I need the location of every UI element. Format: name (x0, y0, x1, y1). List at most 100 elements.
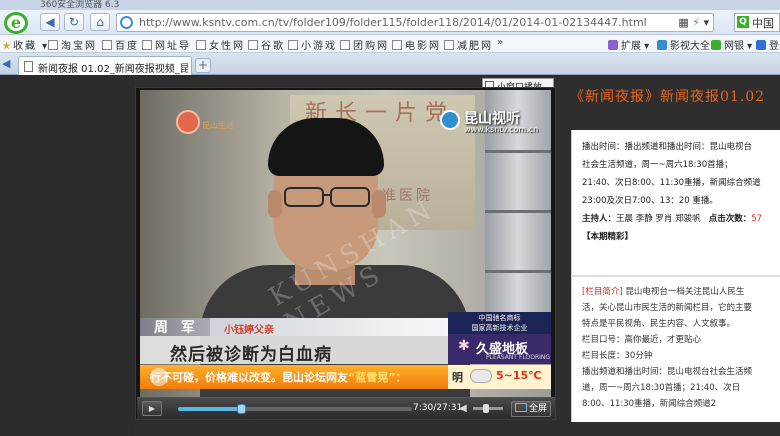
tab-news-nightly[interactable]: 新闻夜报 01.02_新闻夜报视频_昆山视频 (18, 56, 192, 75)
cloud-icon (470, 369, 492, 383)
folder-icon (392, 40, 402, 50)
extensions-button[interactable]: 扩展 ▾ (608, 37, 649, 52)
schedule-line: 社会生活频道，周一~周六18:30首播； (582, 160, 733, 170)
bookmarks-more[interactable]: » (497, 37, 505, 48)
channel-logo-icon (176, 110, 200, 134)
login-button[interactable]: 登录 (756, 37, 780, 52)
fullscreen-icon (515, 403, 527, 412)
interviewee-role: 小钰婷父亲 (224, 325, 274, 336)
url-text[interactable]: http://www.ksntv.com.cn/tv/folder109/fol… (139, 16, 647, 29)
address-dropdown-icon[interactable]: ▾ (703, 16, 709, 29)
interviewee-name: 周 军 (154, 320, 199, 336)
browser-logo-icon[interactable]: e (4, 12, 28, 34)
program-title: 《新闻夜报》新闻夜报01.02 (570, 89, 766, 105)
home-icon: ⌂ (96, 15, 104, 29)
sponsor-tagline: 中国驰名商标 国家高新技术企业 (448, 312, 551, 334)
intro-line: 8:00、11:30重播，新闻综合频道2 (582, 399, 716, 409)
navigation-bar: e ◀ ↻ ⌂ http://www.ksntv.com.cn/tv/folde… (0, 10, 780, 35)
compat-mode-icon[interactable]: ▦ (678, 16, 688, 29)
new-tab-button[interactable]: + (195, 58, 211, 73)
address-tools[interactable]: ▦ ⚡ ▾ (678, 16, 709, 29)
refresh-button[interactable]: ↻ (64, 13, 84, 31)
intro-line: 道，周一~周六18:30首播；21:40、次日 (582, 383, 741, 393)
speed-mode-icon[interactable]: ⚡ (692, 16, 700, 29)
left-margin (0, 76, 135, 436)
extensions-icon (608, 40, 618, 50)
address-bar[interactable]: http://www.ksntv.com.cn/tv/folder109/fol… (116, 13, 714, 32)
folder-icon (142, 40, 152, 50)
intro-line: 播出频道和播出时间：昆山电视台社会生活频 (582, 367, 753, 377)
intro-line: [栏目简介] 昆山电视台一档关注昆山人民生 (582, 287, 745, 297)
page-icon (24, 61, 33, 72)
home-button[interactable]: ⌂ (90, 13, 110, 31)
seek-handle[interactable] (237, 404, 247, 414)
star-icon: ★ (2, 41, 13, 52)
interviewee-ear (372, 190, 386, 218)
search-box[interactable]: Q 中国 (734, 13, 780, 32)
folder-icon (48, 40, 58, 50)
intro-line: 活，关心昆山市民生活的新闻栏目，它的主要 (582, 303, 753, 313)
seek-bar[interactable] (178, 404, 412, 414)
glasses-lens (330, 187, 370, 207)
folder-icon (340, 40, 350, 50)
glasses-lens (284, 187, 324, 207)
play-icon: ▶ (148, 404, 156, 413)
program-info-card: 播出时间：播出频道和播出时间：昆山电视台 社会生活频道，周一~周六18:30首播… (571, 130, 780, 275)
bookmark-nvxing[interactable]: 女性网 (196, 37, 245, 52)
hosts-line: 主持人：王晨 李静 罗肖 郑骏帆 点击次数：57 (582, 214, 763, 224)
bookmark-movies[interactable]: 电影网 (392, 37, 441, 52)
bookmark-favorites[interactable]: ★收藏 ▾ (2, 37, 49, 52)
timecode: 7:30/27:31 (413, 403, 463, 413)
bookmark-google[interactable]: 谷歌 (248, 37, 285, 52)
seek-progress (178, 407, 242, 411)
bookmark-tuangou[interactable]: 团购网 (340, 37, 389, 52)
bank-button[interactable]: 网银 ▾ (711, 37, 752, 52)
video-hub-button[interactable]: 影视大全 (657, 37, 710, 52)
folder-icon (102, 40, 112, 50)
video-icon (657, 40, 667, 50)
bookmark-games[interactable]: 小游戏 (288, 37, 337, 52)
intro-line: 栏目长度：30分钟 (582, 351, 653, 361)
program-intro-card: [栏目简介] 昆山电视台一档关注昆山人民生 活，关心昆山市民生活的新闻栏目，它的… (571, 277, 780, 422)
bookmark-diet[interactable]: 减肥网 (444, 37, 493, 52)
subtitle-text: 然后被诊断为白血病 (170, 345, 332, 365)
volume-handle[interactable] (483, 404, 489, 413)
window-title: 360安全浏览器 6.3 (40, 0, 120, 10)
page-globe-icon (120, 16, 133, 29)
play-button[interactable]: ▶ (142, 401, 162, 416)
sponsor-subtext: PLEASANT FLOORING (486, 354, 551, 361)
tab-title: 新闻夜报 01.02_新闻夜报视频_昆山视频 (38, 64, 188, 75)
highlights-heading: 【本期精彩】 (582, 232, 634, 242)
folder-icon (288, 40, 298, 50)
search-input[interactable]: 中国 (752, 15, 774, 31)
bookmarks-bar: ★收藏 ▾ 淘宝网 百度 网址导 女性网 谷歌 小游戏 团购网 电影网 减肥网 … (0, 35, 780, 53)
bookmark-wangzhi[interactable]: 网址导 (142, 37, 191, 52)
player-controls: ▶ 7:30/27:31 ◀ 全屏 (137, 397, 555, 419)
ksntv-logo-icon (440, 110, 460, 130)
video-frame[interactable]: 新长一片党 标准医院 KUNSHAN NEWS 昆山生活 昆山视听 www.ks… (140, 90, 551, 397)
tab-list-arrow-icon[interactable]: ◀ (2, 57, 14, 70)
glasses-bridge (324, 194, 330, 196)
volume-icon[interactable]: ◀ (459, 403, 471, 414)
schedule-line: 播出时间：播出频道和播出时间：昆山电视台 (582, 142, 753, 152)
bookmark-taobao[interactable]: 淘宝网 (48, 37, 97, 52)
back-arrow-icon: ◀ (45, 15, 55, 29)
intro-tag: [栏目简介] (582, 287, 623, 297)
window-titlebar: 360安全浏览器 6.3 (0, 0, 780, 10)
intro-line: 栏目口号：高你最近，才更贴心 (582, 335, 702, 345)
click-count: 57 (751, 214, 763, 224)
folder-icon (248, 40, 258, 50)
schedule-line: 21:40、次日8:00、11:30重播，新闻综合频道 (582, 178, 761, 188)
channel-right-url: www.ksntv.com.cn (464, 125, 539, 134)
search-engine-icon[interactable]: Q (737, 16, 749, 28)
intro-line: 特点是平民视角、民生内容、人文叙事。 (582, 319, 736, 329)
back-button[interactable]: ◀ (40, 13, 60, 31)
bookmark-baidu[interactable]: 百度 (102, 37, 139, 52)
weather-temperature: 5~15℃ (496, 369, 542, 382)
folder-icon (444, 40, 454, 50)
fullscreen-button[interactable]: 全屏 (511, 401, 551, 417)
schedule-line: 23:00及次日7:00、13：20 重播。 (582, 196, 718, 206)
user-icon (756, 40, 766, 50)
interviewee-ear (268, 190, 282, 218)
channel-left-name: 昆山生活 (202, 121, 234, 130)
